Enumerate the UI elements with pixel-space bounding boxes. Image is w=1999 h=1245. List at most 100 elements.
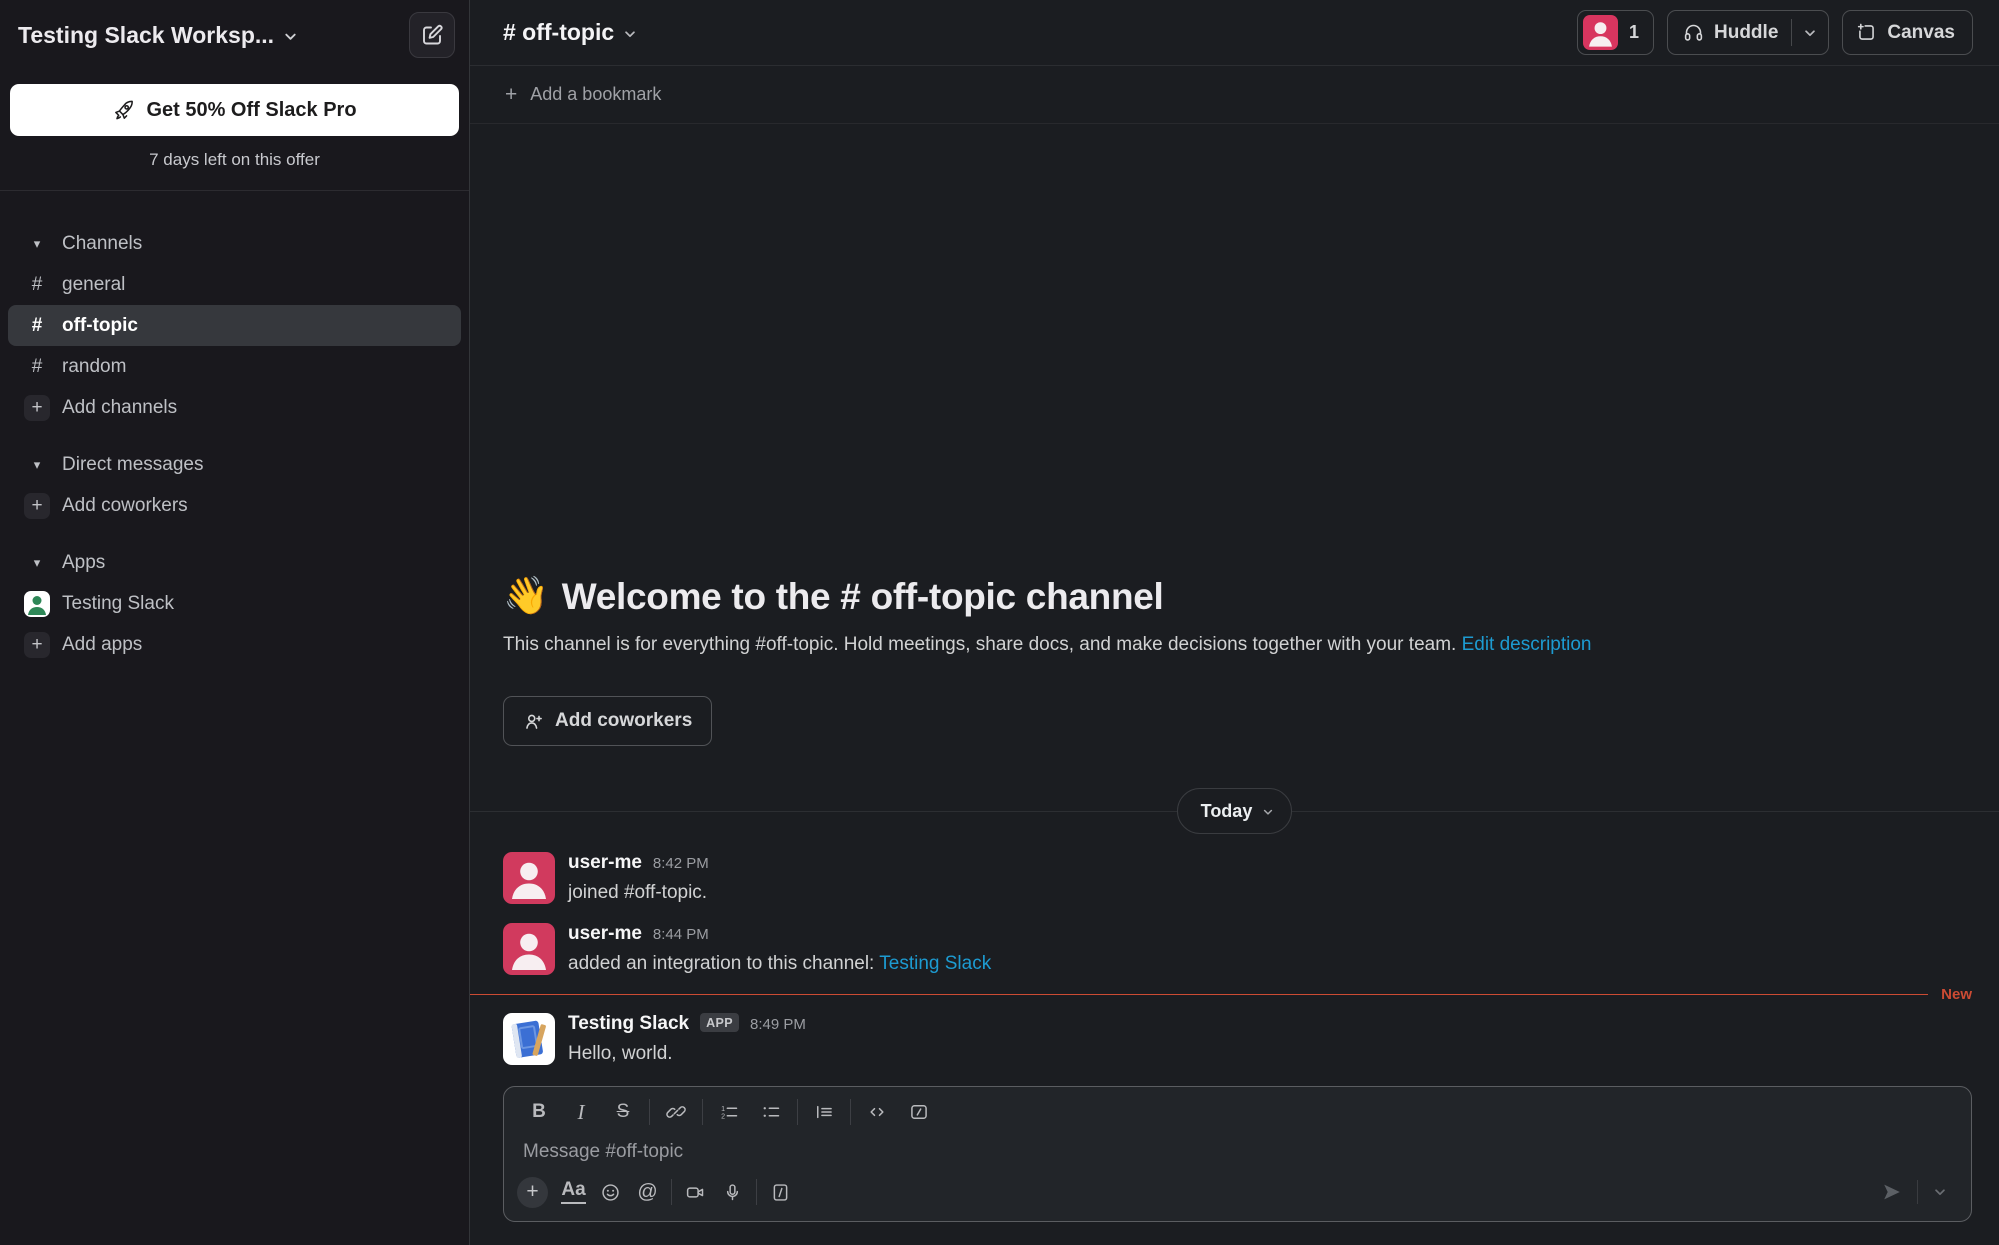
add-bookmark-button[interactable]: + Add a bookmark: [470, 66, 1999, 124]
edit-description-link[interactable]: Edit description: [1462, 634, 1592, 655]
section-label: Apps: [62, 552, 105, 574]
divider: [797, 1099, 798, 1125]
chevron-down-icon: [1262, 806, 1274, 818]
code-button[interactable]: [856, 1095, 898, 1129]
channel-welcome: 👋 Welcome to the # off-topic channel Thi…: [470, 575, 1999, 788]
integration-link[interactable]: Testing Slack: [879, 953, 991, 974]
channel-description-text: This channel is for everything #off-topi…: [503, 634, 1456, 655]
schedule-send-button[interactable]: [1925, 1176, 1955, 1208]
caret-down-icon: ▾: [24, 452, 50, 478]
message-row[interactable]: user-me 8:44 PM added an integration to …: [470, 913, 1999, 984]
add-coworkers-sidebar-button[interactable]: + Add coworkers: [0, 485, 469, 526]
upgrade-pro-button[interactable]: Get 50% Off Slack Pro: [10, 84, 459, 136]
message-text-prefix: added an integration to this channel:: [568, 953, 879, 974]
message-text: Hello, world.: [568, 1043, 806, 1065]
headphones-icon: [1683, 22, 1704, 43]
mention-button[interactable]: @: [629, 1175, 666, 1209]
format-toggle-button[interactable]: Aa: [555, 1175, 592, 1209]
message-content: Testing Slack APP 8:49 PM Hello, world.: [568, 1013, 806, 1065]
sidebar: Testing Slack Worksp...: [0, 0, 470, 1245]
message-timestamp[interactable]: 8:44 PM: [653, 926, 709, 943]
compose-pencil-icon: [420, 23, 444, 47]
bullet-list-button[interactable]: [750, 1095, 792, 1129]
send-button[interactable]: [1874, 1176, 1910, 1208]
section-header-apps[interactable]: ▾ Apps: [0, 542, 469, 583]
sidebar-item-app-testing-slack[interactable]: Testing Slack: [0, 583, 469, 624]
new-message-button[interactable]: [409, 12, 455, 58]
pro-offer-banner: Get 50% Off Slack Pro 7 days left on thi…: [0, 70, 469, 191]
message-timestamp[interactable]: 8:49 PM: [750, 1016, 806, 1033]
canvas-icon: [1856, 22, 1877, 43]
message-row[interactable]: user-me 8:42 PM joined #off-topic.: [470, 842, 1999, 913]
message-input[interactable]: Message #off-topic: [504, 1137, 1971, 1175]
message-header: user-me 8:42 PM: [568, 852, 709, 874]
ordered-list-button[interactable]: 1 2: [708, 1095, 750, 1129]
app-label: Testing Slack: [62, 593, 174, 615]
divider: [1917, 1180, 1918, 1204]
wave-emoji-icon: 👋: [503, 575, 549, 618]
message-composer: B I S 1 2: [503, 1086, 1972, 1222]
channel-description: This channel is for everything #off-topi…: [503, 634, 1966, 656]
date-divider-button[interactable]: Today: [1177, 788, 1293, 834]
link-button[interactable]: [655, 1095, 697, 1129]
video-clip-button[interactable]: [677, 1175, 714, 1209]
caret-down-icon: ▾: [24, 550, 50, 576]
sidebar-item-channel-random[interactable]: # random: [0, 346, 469, 387]
message-author[interactable]: user-me: [568, 852, 642, 874]
message-content: user-me 8:42 PM joined #off-topic.: [568, 852, 709, 904]
sidebar-item-channel-general[interactable]: # general: [0, 264, 469, 305]
message-timestamp[interactable]: 8:42 PM: [653, 855, 709, 872]
composer-actions: + Aa @: [504, 1175, 1971, 1221]
add-coworkers-button[interactable]: Add coworkers: [503, 696, 712, 746]
channel-title-label: # off-topic: [503, 19, 614, 46]
channel-title[interactable]: # off-topic: [503, 19, 637, 46]
new-messages-divider: New: [470, 986, 1999, 1003]
app-badge: APP: [700, 1013, 739, 1032]
upgrade-pro-label: Get 50% Off Slack Pro: [146, 99, 356, 122]
add-coworkers-label: Add coworkers: [62, 495, 188, 517]
huddle-button[interactable]: Huddle: [1668, 22, 1791, 44]
section-header-channels[interactable]: ▾ Channels: [0, 223, 469, 264]
message-stream: 👋 Welcome to the # off-topic channel Thi…: [470, 124, 1999, 1074]
message-header: Testing Slack APP 8:49 PM: [568, 1013, 806, 1035]
hash-icon: #: [24, 354, 50, 380]
plus-icon: +: [505, 83, 517, 107]
member-count-button[interactable]: 1: [1577, 10, 1654, 55]
welcome-title: 👋 Welcome to the # off-topic channel: [503, 575, 1966, 618]
workspace-switcher[interactable]: Testing Slack Worksp...: [18, 22, 298, 49]
add-coworkers-button-label: Add coworkers: [555, 710, 692, 732]
section-label: Channels: [62, 233, 142, 255]
main-content: # off-topic 1: [470, 0, 1999, 1245]
plus-icon: +: [24, 632, 50, 658]
message-row[interactable]: Testing Slack APP 8:49 PM Hello, world.: [470, 1003, 1999, 1074]
date-divider: Today: [470, 788, 1999, 834]
hash-icon: #: [24, 313, 50, 339]
caret-down-icon: ▾: [24, 231, 50, 257]
section-label: Direct messages: [62, 454, 204, 476]
message-text: joined #off-topic.: [568, 882, 709, 904]
bold-button[interactable]: B: [518, 1095, 560, 1129]
slash-commands-button[interactable]: [762, 1175, 799, 1209]
emoji-button[interactable]: [592, 1175, 629, 1209]
message-text: added an integration to this channel: Te…: [568, 953, 991, 975]
italic-button[interactable]: I: [560, 1095, 602, 1129]
avatar[interactable]: [503, 923, 555, 975]
app-avatar[interactable]: [503, 1013, 555, 1065]
add-apps-button[interactable]: + Add apps: [0, 624, 469, 665]
welcome-title-text: Welcome to the # off-topic channel: [562, 576, 1164, 618]
message-author[interactable]: Testing Slack: [568, 1013, 689, 1035]
plus-icon: +: [24, 395, 50, 421]
audio-clip-button[interactable]: [714, 1175, 751, 1209]
message-author[interactable]: user-me: [568, 923, 642, 945]
message-content: user-me 8:44 PM added an integration to …: [568, 923, 991, 975]
section-header-direct-messages[interactable]: ▾ Direct messages: [0, 444, 469, 485]
strikethrough-button[interactable]: S: [602, 1095, 644, 1129]
code-block-button[interactable]: [898, 1095, 940, 1129]
sidebar-item-channel-off-topic[interactable]: # off-topic: [8, 305, 461, 346]
add-channels-button[interactable]: + Add channels: [0, 387, 469, 428]
attach-button[interactable]: +: [517, 1177, 548, 1208]
huddle-options-button[interactable]: [1792, 26, 1828, 40]
canvas-button[interactable]: Canvas: [1842, 10, 1973, 55]
avatar[interactable]: [503, 852, 555, 904]
blockquote-button[interactable]: [803, 1095, 845, 1129]
